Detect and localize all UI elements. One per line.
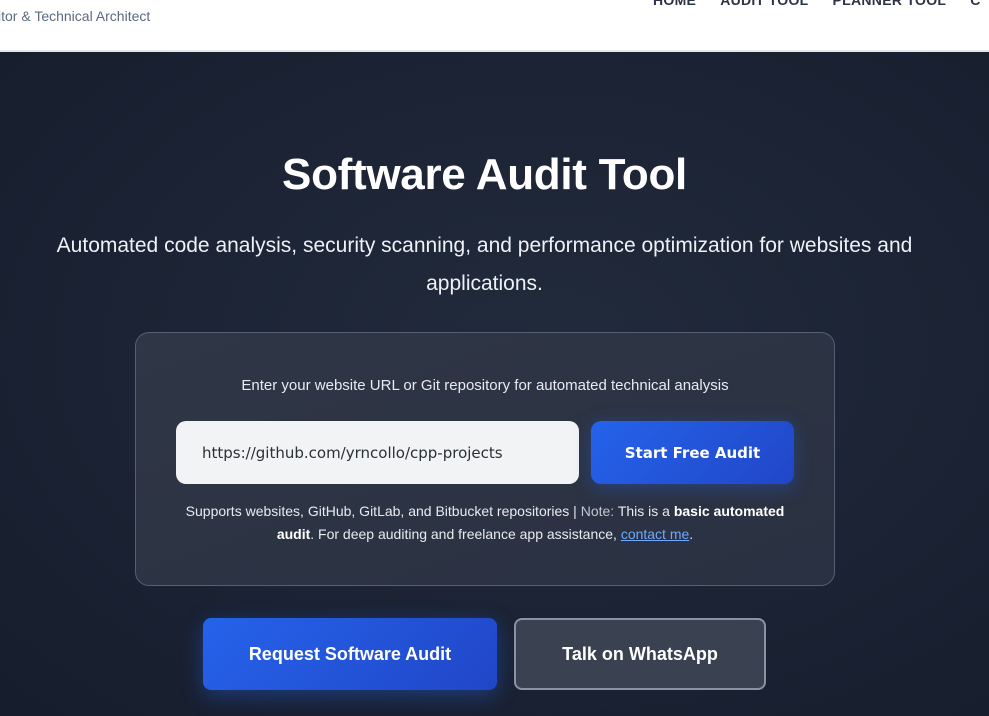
page-title: Software Audit Tool xyxy=(282,150,687,199)
site-tagline: itor & Technical Architect xyxy=(0,8,151,24)
nav-item-planner-tool[interactable]: PLANNER TOOL xyxy=(833,0,947,8)
hero-section: Software Audit Tool Automated code analy… xyxy=(0,52,989,716)
nav-item-home[interactable]: HOME xyxy=(653,0,696,8)
note-post: . For deep auditing and freelance app as… xyxy=(310,526,617,542)
url-input[interactable] xyxy=(176,421,579,484)
hero-subtitle: Automated code analysis, security scanni… xyxy=(56,234,913,295)
note-supports: Supports websites, GitHub, GitLab, and B… xyxy=(185,503,577,519)
talk-on-whatsapp-button[interactable]: Talk on WhatsApp xyxy=(514,618,766,690)
contact-me-link[interactable]: contact me xyxy=(621,526,689,542)
audit-note: Supports websites, GitHub, GitLab, and B… xyxy=(176,500,794,546)
start-free-audit-button[interactable]: Start Free Audit xyxy=(591,421,794,484)
nav-item-cut-off[interactable]: C xyxy=(970,0,980,8)
request-software-audit-button[interactable]: Request Software Audit xyxy=(203,618,497,690)
audit-prompt: Enter your website URL or Git repository… xyxy=(241,377,729,394)
nav-item-audit-tool[interactable]: AUDIT TOOL xyxy=(720,0,808,8)
note-pre: This is a xyxy=(617,503,670,519)
site-header: itor & Technical Architect HOME AUDIT TO… xyxy=(0,0,989,52)
main-nav: HOME AUDIT TOOL PLANNER TOOL C xyxy=(653,0,981,8)
note-label: Note: xyxy=(580,503,615,519)
note-end: . xyxy=(689,526,694,542)
audit-form-card: Enter your website URL or Git repository… xyxy=(135,332,835,586)
